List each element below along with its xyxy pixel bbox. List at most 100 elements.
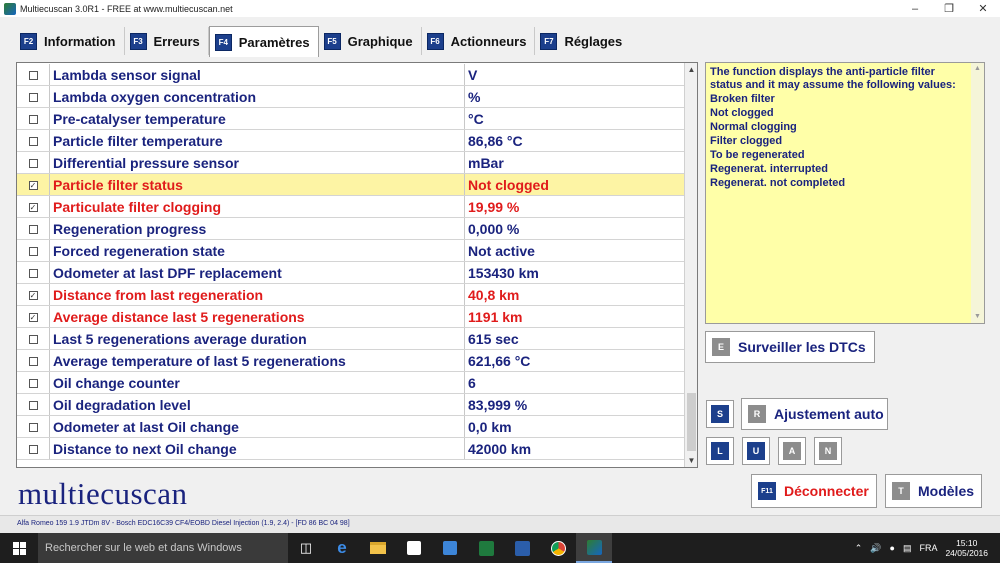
store-icon[interactable] <box>396 533 432 563</box>
param-value: °C <box>464 108 685 130</box>
scroll-thumb[interactable] <box>687 393 696 451</box>
task-view-icon[interactable]: ◫ <box>288 533 324 563</box>
multiecuscan-task-icon[interactable] <box>576 533 612 563</box>
info-scrollbar[interactable]: ▲ ▼ <box>971 63 984 323</box>
e-key-icon: E <box>712 338 730 356</box>
table-row[interactable]: Forced regeneration state Not active <box>17 240 685 262</box>
button-label: Déconnecter <box>784 483 869 499</box>
row-checkbox[interactable] <box>28 334 38 344</box>
models-button[interactable]: T Modèles <box>885 474 982 508</box>
edge-browser-icon[interactable]: e <box>324 533 360 563</box>
info-option: Normal clogging <box>710 121 797 133</box>
close-icon[interactable]: ✕ <box>966 0 1000 17</box>
row-checkbox[interactable] <box>28 246 38 256</box>
file-explorer-icon[interactable] <box>360 533 396 563</box>
table-row[interactable]: ✓ Average distance last 5 regenerations 11… <box>17 306 685 328</box>
param-name: Distance to next Oil change <box>49 438 464 460</box>
table-row[interactable]: Pre-catalyser temperature °C <box>17 108 685 130</box>
excel-icon[interactable] <box>468 533 504 563</box>
info-scroll-down-icon[interactable]: ▼ <box>971 311 984 323</box>
clock[interactable]: 15:10 24/05/2016 <box>945 538 988 558</box>
row-checkbox[interactable]: ✓ <box>28 180 38 190</box>
media-player-icon[interactable] <box>432 533 468 563</box>
row-checkbox[interactable] <box>28 400 38 410</box>
tab-reglages[interactable]: F7 Réglages <box>535 27 631 55</box>
u-key-button[interactable]: U <box>742 437 770 465</box>
restore-icon[interactable]: ❐ <box>932 0 966 17</box>
table-row[interactable]: ✓ Distance from last regeneration 40,8 km <box>17 284 685 306</box>
table-row[interactable]: Odometer at last Oil change 0,0 km <box>17 416 685 438</box>
tab-information[interactable]: F2 Information <box>15 27 125 55</box>
l-key-button[interactable]: L <box>706 437 734 465</box>
info-option: Filter clogged <box>710 135 783 147</box>
table-row[interactable]: Regeneration progress 0,000 % <box>17 218 685 240</box>
f7-key-icon: F7 <box>540 32 558 50</box>
monitor-dtcs-button[interactable]: E Surveiller les DTCs <box>705 331 875 363</box>
language-indicator[interactable]: FRA <box>919 543 937 553</box>
s-key-button[interactable]: S <box>706 400 734 428</box>
word-icon[interactable] <box>504 533 540 563</box>
tab-parametres[interactable]: F4 Paramètres <box>208 26 319 57</box>
tab-graphique[interactable]: F5 Graphique <box>318 27 422 55</box>
param-name: Particle filter status <box>49 174 464 196</box>
row-checkbox[interactable] <box>28 356 38 366</box>
table-row[interactable]: Oil change counter 6 <box>17 372 685 394</box>
table-row[interactable]: Distance to next Oil change 42000 km <box>17 438 685 460</box>
table-row[interactable]: ✓ Particle filter status Not clogged <box>17 174 685 196</box>
minimize-icon[interactable]: – <box>898 0 932 17</box>
a-key-button[interactable]: A <box>778 437 806 465</box>
row-checkbox[interactable] <box>28 158 38 168</box>
table-row[interactable]: Oil degradation level 83,999 % <box>17 394 685 416</box>
start-button[interactable] <box>0 533 38 563</box>
table-row[interactable]: Lambda sensor signal V <box>17 64 685 86</box>
row-checkbox-cell: ✓ <box>17 202 49 212</box>
row-checkbox[interactable]: ✓ <box>28 312 38 322</box>
button-label: Surveiller les DTCs <box>738 339 866 355</box>
scroll-up-icon[interactable]: ▲ <box>685 63 697 76</box>
table-row[interactable]: Average temperature of last 5 regenerati… <box>17 350 685 372</box>
notification-icon[interactable]: ▤ <box>903 543 912 554</box>
param-name: Regeneration progress <box>49 218 464 240</box>
tab-label: Erreurs <box>153 33 200 49</box>
info-option: To be regenerated <box>710 149 805 161</box>
tab-actionneurs[interactable]: F6 Actionneurs <box>421 27 536 55</box>
param-name: Average distance last 5 regenerations <box>49 306 464 328</box>
row-checkbox[interactable] <box>28 444 38 454</box>
table-row[interactable]: Lambda oxygen concentration% <box>17 86 685 108</box>
table-row[interactable]: Particle filter temperature 86,86 °C <box>17 130 685 152</box>
row-checkbox[interactable] <box>28 378 38 388</box>
chrome-icon[interactable] <box>540 533 576 563</box>
network-icon[interactable]: ● <box>890 543 895 553</box>
button-label: Ajustement auto <box>774 406 884 422</box>
table-row[interactable]: Differential pressure sensor mBar <box>17 152 685 174</box>
table-row[interactable]: Odometer at last DPF replacement 153430 k… <box>17 262 685 284</box>
row-checkbox[interactable] <box>28 114 38 124</box>
tab-label: Information <box>44 33 116 49</box>
n-key-button[interactable]: N <box>814 437 842 465</box>
auto-adjust-button[interactable]: R Ajustement auto <box>741 398 888 430</box>
param-name: Differential pressure sensor <box>49 152 464 174</box>
param-value: % <box>464 86 685 108</box>
row-checkbox-cell <box>17 92 49 102</box>
row-checkbox[interactable] <box>28 268 38 278</box>
row-checkbox[interactable]: ✓ <box>28 290 38 300</box>
tray-chevron-icon[interactable]: ⌃ <box>855 543 863 554</box>
row-checkbox[interactable] <box>28 136 38 146</box>
table-row[interactable]: ✓ Particulate filter clogging 19,99 % <box>17 196 685 218</box>
row-checkbox[interactable] <box>28 70 38 80</box>
taskbar-search[interactable]: Rechercher sur le web et dans Windows <box>38 533 288 563</box>
tab-erreurs[interactable]: F3 Erreurs <box>124 27 209 55</box>
row-checkbox[interactable] <box>28 422 38 432</box>
info-option: Regenerat. not completed <box>710 177 846 189</box>
table-row[interactable]: Last 5 regenerations average duration 615… <box>17 328 685 350</box>
row-checkbox[interactable]: ✓ <box>28 202 38 212</box>
param-value: 153430 km <box>464 262 685 284</box>
scroll-down-icon[interactable]: ▼ <box>685 454 697 467</box>
row-checkbox[interactable] <box>28 92 38 102</box>
row-checkbox[interactable] <box>28 224 38 234</box>
disconnect-button[interactable]: F11 Déconnecter <box>751 474 877 508</box>
table-scrollbar[interactable]: ▲ ▼ <box>684 63 697 467</box>
param-name: Oil change counter <box>49 372 464 394</box>
info-scroll-up-icon[interactable]: ▲ <box>971 63 984 75</box>
volume-icon[interactable]: 🔊 <box>870 543 881 554</box>
